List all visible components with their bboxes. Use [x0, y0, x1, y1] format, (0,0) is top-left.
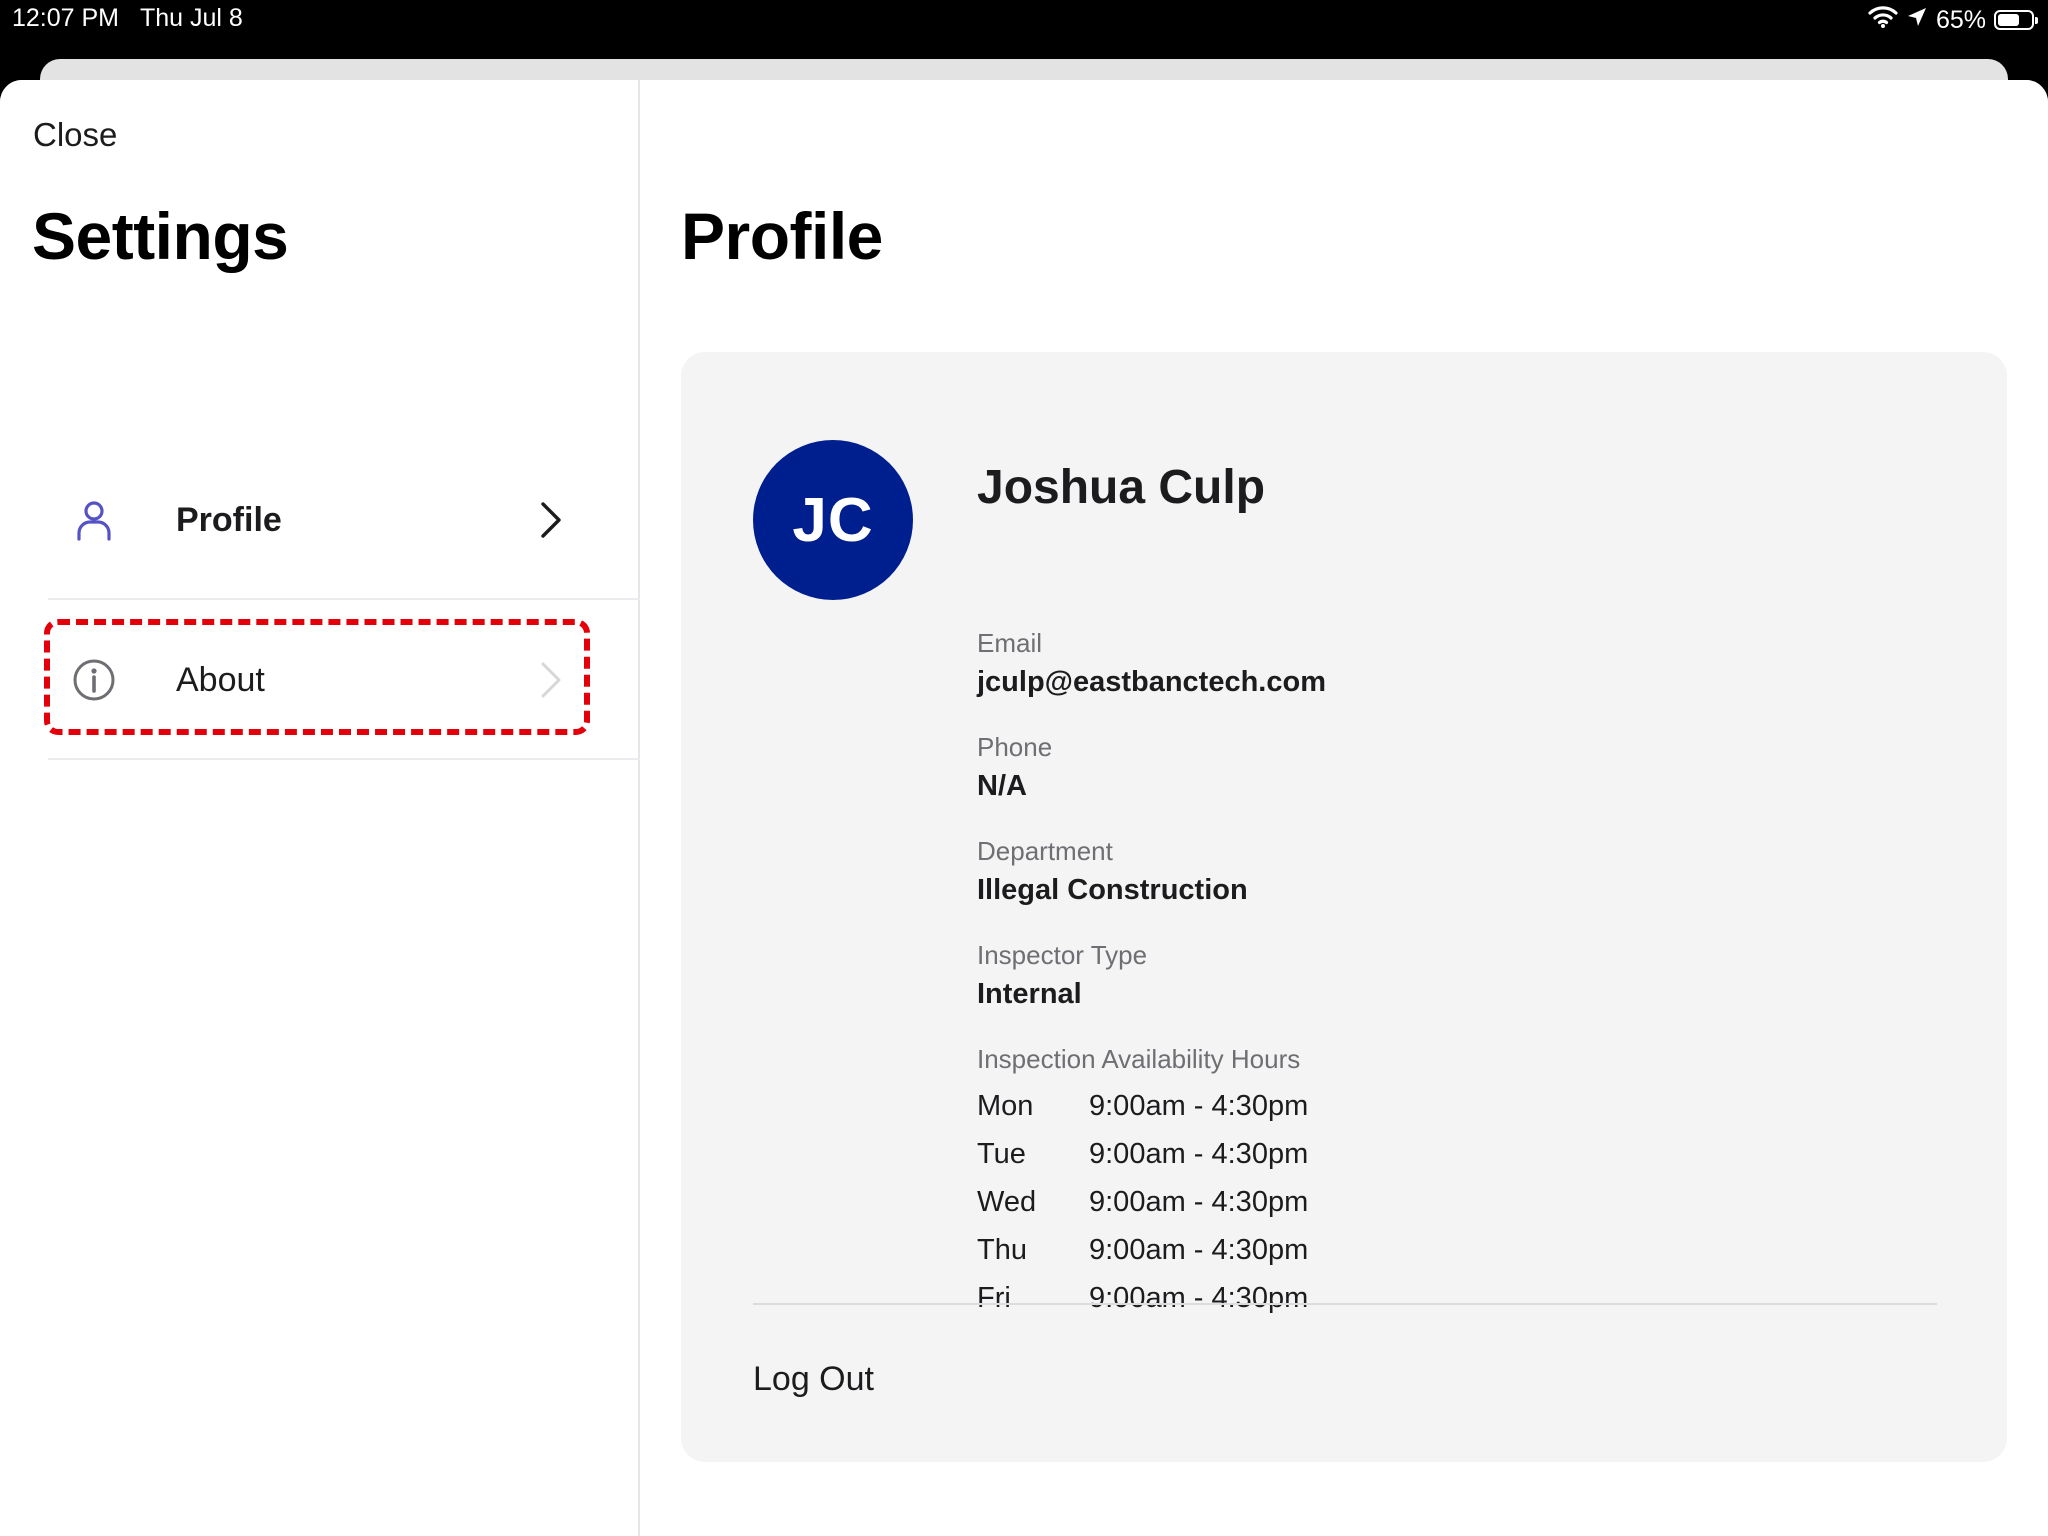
hours-day: Fri [977, 1281, 1011, 1314]
profile-card: JC Joshua Culp Email jculp@eastbanctech.… [681, 352, 2007, 1462]
chevron-right-icon [538, 659, 564, 701]
hours-time: 9:00am - 4:30pm [1089, 1233, 1309, 1266]
page-title: Profile [681, 199, 883, 273]
hours-day: Thu [977, 1233, 1027, 1266]
wifi-icon [1868, 5, 1898, 36]
sidebar-item-label: About [176, 661, 265, 699]
hours-day: Wed [977, 1185, 1037, 1218]
email-value: jculp@eastbanctech.com [977, 666, 1326, 698]
logout-button[interactable]: Log Out [753, 1360, 874, 1399]
hours-time: 9:00am - 4:30pm [1089, 1089, 1309, 1122]
location-arrow-icon [1906, 6, 1928, 35]
avatar: JC [753, 440, 913, 600]
profile-detail-pane: Profile JC Joshua Culp Email jculp@eastb… [640, 80, 2048, 1536]
sidebar-item-profile[interactable]: Profile [48, 440, 640, 600]
info-circle-icon [72, 658, 116, 702]
availability-hours-label: Inspection Availability Hours [977, 1044, 1301, 1074]
sidebar-item-label: Profile [176, 501, 282, 539]
status-date: Thu Jul 8 [140, 4, 243, 32]
hours-row: Wed 9:00am - 4:30pm [977, 1178, 1477, 1226]
hours-time: 9:00am - 4:30pm [1089, 1281, 1309, 1314]
department-label: Department [977, 836, 1113, 866]
department-value: Illegal Construction [977, 874, 1248, 906]
close-button[interactable]: Close [33, 116, 117, 154]
hours-day: Tue [977, 1137, 1026, 1170]
battery-icon [1994, 10, 2038, 30]
availability-hours-table: Mon 9:00am - 4:30pm Tue 9:00am - 4:30pm … [977, 1082, 1477, 1322]
status-time: 12:07 PM [12, 4, 120, 32]
status-bar: 12:07 PM Thu Jul 8 65% [0, 0, 2048, 60]
settings-title: Settings [32, 199, 289, 273]
hours-day: Mon [977, 1089, 1034, 1122]
chevron-right-icon [538, 499, 564, 541]
hours-time: 9:00am - 4:30pm [1089, 1185, 1309, 1218]
inspector-type-label: Inspector Type [977, 940, 1148, 970]
battery-percent: 65% [1935, 5, 1986, 34]
hours-row: Mon 9:00am - 4:30pm [977, 1082, 1477, 1130]
status-indicators: 65% [1868, 5, 2038, 36]
divider [753, 1303, 1937, 1305]
settings-sidebar: Close Settings Profile About [0, 80, 640, 1536]
phone-label: Phone [977, 732, 1053, 762]
email-label: Email [977, 628, 1043, 658]
hours-time: 9:00am - 4:30pm [1089, 1137, 1309, 1170]
person-icon [72, 498, 116, 542]
battery-level-fill [1998, 14, 2019, 26]
hours-row: Thu 9:00am - 4:30pm [977, 1226, 1477, 1274]
sidebar-item-about[interactable]: About [48, 600, 640, 760]
settings-sheet: Close Settings Profile About Profile JC … [0, 80, 2048, 1536]
user-name: Joshua Culp [977, 461, 1266, 514]
phone-value: N/A [977, 770, 1027, 802]
hours-row: Fri 9:00am - 4:30pm [977, 1274, 1477, 1322]
hours-row: Tue 9:00am - 4:30pm [977, 1130, 1477, 1178]
inspector-type-value: Internal [977, 978, 1082, 1010]
